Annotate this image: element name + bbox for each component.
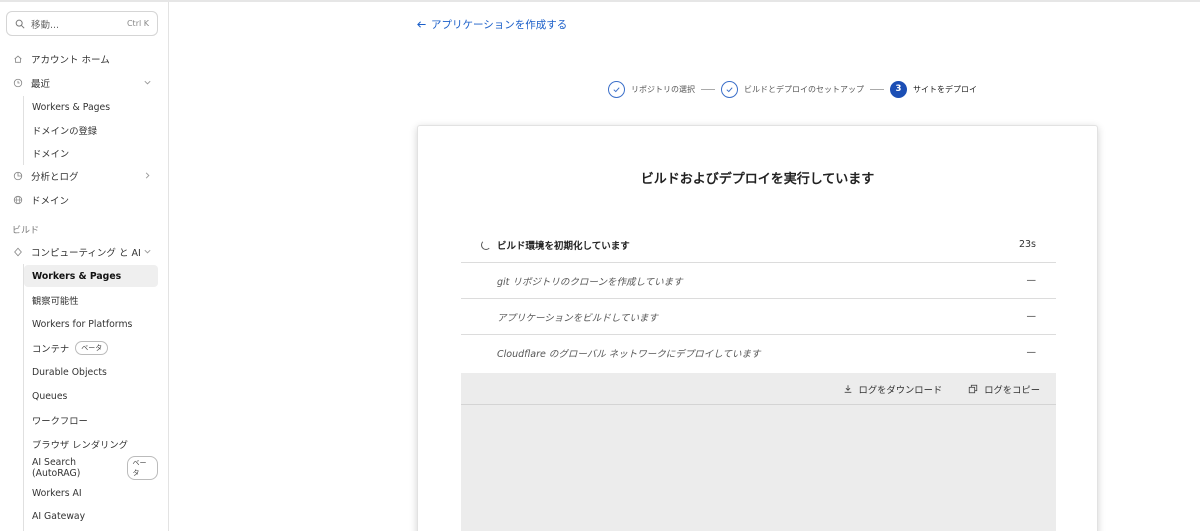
sidebar-item-recent[interactable]: 最近 [6,72,158,94]
globe-icon [12,195,23,206]
download-logs-label: ログをダウンロード [858,384,943,396]
sidebar-item-containers[interactable]: コンテナ ベータ [24,337,158,359]
download-logs-button[interactable]: ログをダウンロード [843,382,943,396]
step-3-number: 3 [890,80,907,98]
step-separator [870,88,884,90]
chevron-down-icon [144,249,151,254]
task-duration: — [1026,347,1037,358]
copy-icon [969,384,978,393]
step-2-label: ビルドとデプロイのセットアップ [744,84,864,94]
sidebar: 移動... Ctrl K アカウント ホーム 最近 Workers & Page… [0,2,169,531]
sidebar-item-domains[interactable]: ドメイン [6,189,158,211]
sidebar-item-account-home[interactable]: アカウント ホーム [6,48,158,70]
sidebar-item-ai-search[interactable]: AI Search (AutoRAG) ベータ [24,456,158,480]
sidebar-item-recent-workers[interactable]: Workers & Pages [24,96,158,118]
task-row: git リポジトリのクローンを作成しています — [461,263,1056,299]
sidebar-item-durable-objects[interactable]: Durable Objects [24,361,158,383]
clock-icon [12,78,23,89]
task-label: git リポジトリのクローンを作成しています [497,276,683,288]
sidebar-item-label: 最近 [31,79,51,90]
stepper: リポジトリの選択 ビルドとデプロイのセットアップ 3 サイトをデプロイ [608,80,977,98]
step-separator [701,88,715,90]
search-icon [15,19,25,29]
log-panel[interactable]: ログをダウンロード ログをコピー [461,373,1056,531]
step-3-label: サイトをデプロイ [913,84,977,94]
search-placeholder: 移動... [31,19,60,31]
task-row: Cloudflare のグローバル ネットワークにデプロイしています — [461,335,1056,371]
sidebar-item-ai-gateway[interactable]: AI Gateway [24,505,158,527]
sidebar-item-workflows[interactable]: ワークフロー [24,409,158,431]
back-link[interactable]: アプリケーションを作成する [416,17,567,32]
sidebar-item-browser-rendering[interactable]: ブラウザ レンダリング [24,433,158,455]
sidebar-item-workers-pages[interactable]: Workers & Pages [24,265,158,287]
sidebar-item-label: 分析とログ [31,172,79,183]
top-divider [0,0,1200,2]
task-duration: 23s [1018,239,1036,250]
section-label-build: ビルド [12,226,40,236]
card-title: ビルドおよびデプロイを実行しています [640,172,875,187]
beta-badge: ベータ [75,341,109,355]
task-label: アプリケーションをビルドしています [497,312,659,324]
sidebar-item-analytics[interactable]: 分析とログ [6,165,158,187]
sidebar-item-label: コンピューティング と AI [31,248,141,259]
sidebar-item-workers-ai[interactable]: Workers AI [24,482,158,504]
sidebar-item-recent-domain-registration[interactable]: ドメインの登録 [24,119,158,141]
sidebar-item-queues[interactable]: Queues [24,385,158,407]
step-1-label: リポジトリの選択 [631,84,695,94]
compute-icon [12,247,23,258]
search-shortcut: Ctrl K [126,19,149,28]
task-duration: — [1026,275,1037,286]
chevron-down-icon [144,80,151,85]
deploy-card: ビルドおよびデプロイを実行しています ビルド環境を初期化しています 23s gi… [417,125,1098,531]
arrow-left-icon [417,21,426,28]
copy-logs-button[interactable]: ログをコピー [968,382,1040,396]
back-link-label: アプリケーションを作成する [431,19,568,31]
step-2-check-icon [721,80,738,98]
sidebar-item-workers-for-platforms[interactable]: Workers for Platforms [24,313,158,335]
log-toolbar: ログをダウンロード ログをコピー [461,373,1056,405]
step-1-check-icon [608,80,625,98]
sidebar-item-compute-ai[interactable]: コンピューティング と AI [6,241,158,263]
home-icon [12,54,23,65]
spinner-icon [481,240,491,250]
beta-badge: ベータ [126,456,158,480]
task-duration: — [1026,311,1037,322]
chart-pie-icon [12,171,23,182]
chevron-right-icon [145,172,150,179]
sidebar-item-observability[interactable]: 観察可能性 [24,289,158,311]
sidebar-item-label: ドメイン [31,196,70,207]
search-input[interactable]: 移動... Ctrl K [6,11,158,36]
task-row: アプリケーションをビルドしています — [461,299,1056,335]
task-row: ビルド環境を初期化しています 23s [461,227,1056,263]
sidebar-item-recent-domains[interactable]: ドメイン [24,142,158,164]
download-icon [844,384,851,393]
task-label: ビルド環境を初期化しています [497,240,630,252]
task-label: Cloudflare のグローバル ネットワークにデプロイしています [497,349,761,360]
copy-logs-label: ログをコピー [984,384,1040,396]
sidebar-item-label: アカウント ホーム [31,55,110,66]
